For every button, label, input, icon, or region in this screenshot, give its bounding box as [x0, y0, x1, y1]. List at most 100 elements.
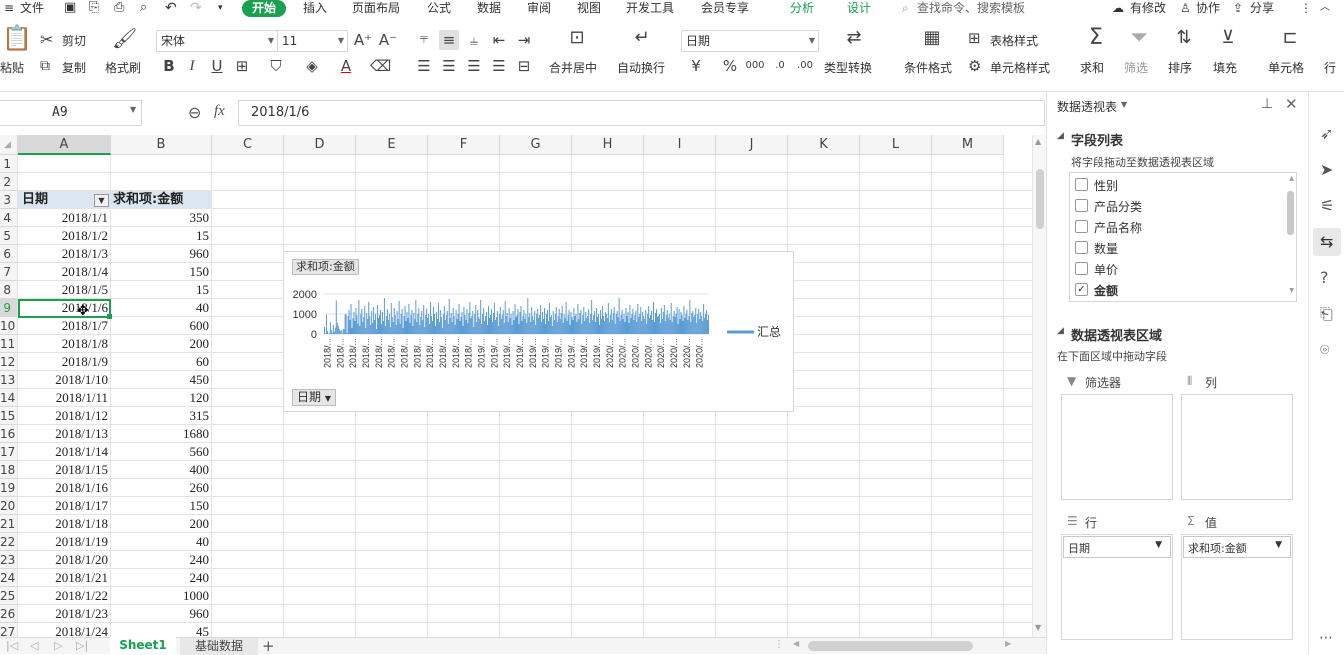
add-sheet-button[interactable]: + [262, 637, 275, 655]
column-drop-zone[interactable] [1181, 394, 1293, 500]
prev-sheet-icon[interactable]: ◁ [30, 639, 38, 652]
field-checkbox[interactable] [1075, 220, 1088, 233]
row-header-16[interactable]: 16 [0, 425, 18, 443]
tab-view[interactable]: 视图 [577, 0, 601, 18]
cells-button[interactable]: 单元格 [1268, 59, 1304, 76]
chevron-down-icon[interactable]: ▼ [1155, 540, 1162, 550]
copy-button[interactable]: 复制 [62, 59, 86, 76]
row-drop-zone[interactable]: 日期 ▼ [1061, 534, 1173, 640]
pivot-amount-cell[interactable]: 200 [111, 335, 209, 353]
italic-icon[interactable]: I [182, 56, 202, 76]
column-header-I[interactable]: I [644, 135, 716, 155]
pivot-amount-cell[interactable]: 260 [111, 479, 209, 497]
row-header-13[interactable]: 13 [0, 371, 18, 389]
conditional-format-icon[interactable]: ▦ [918, 28, 946, 48]
collapse-triangle-icon[interactable]: ◢ [1057, 326, 1064, 336]
pivot-amount-cell[interactable]: 15 [111, 227, 209, 245]
pivot-date-cell[interactable]: 2018/1/1 [18, 209, 108, 227]
pivot-date-cell[interactable]: 2018/1/10 [18, 371, 108, 389]
row-header-24[interactable]: 24 [0, 569, 18, 587]
row-header-25[interactable]: 25 [0, 587, 18, 605]
preview-icon[interactable]: ⌕ [140, 0, 147, 18]
row-header-15[interactable]: 15 [0, 407, 18, 425]
border-icon[interactable]: ⊞ [232, 56, 252, 76]
pivot-amount-cell[interactable]: 200 [111, 515, 209, 533]
select-all-corner[interactable]: ◢ [0, 135, 18, 155]
column-header-M[interactable]: M [932, 135, 1004, 155]
pivot-amount-cell[interactable]: 60 [111, 353, 209, 371]
table-style-icon[interactable]: ⊞ [968, 28, 981, 48]
type-convert-button[interactable]: 类型转换 [824, 59, 872, 76]
close-icon[interactable]: ✕ [1285, 95, 1298, 113]
column-header-D[interactable]: D [284, 135, 356, 155]
fill-style-icon[interactable]: ⛉ [266, 56, 286, 76]
pivot-amount-cell[interactable]: 240 [111, 569, 209, 587]
align-left-icon[interactable]: ☰ [414, 56, 434, 76]
bold-icon[interactable]: B [159, 56, 179, 76]
pivot-amount-cell[interactable]: 40 [111, 299, 209, 317]
more-icon[interactable]: ⋯ [1319, 630, 1333, 646]
align-top-icon[interactable]: ⫧ [414, 28, 434, 48]
scroll-left-icon[interactable]: ◀ [793, 639, 799, 648]
pivot-amount-cell[interactable]: 315 [111, 407, 209, 425]
conditional-format-button[interactable]: 条件格式 [904, 59, 952, 76]
sort-button[interactable]: 排序 [1168, 59, 1192, 76]
pivot-amount-cell[interactable]: 400 [111, 461, 209, 479]
sort-icon[interactable]: ⇅ [1172, 28, 1196, 48]
wrap-text-icon[interactable]: ↵ [628, 28, 656, 48]
sum-icon[interactable]: Σ [1084, 28, 1108, 48]
save-icon[interactable]: ▣ [64, 0, 76, 18]
pivot-date-cell[interactable]: 2018/1/14 [18, 443, 108, 461]
row-header-14[interactable]: 14 [0, 389, 18, 407]
align-middle-icon[interactable]: ≡ [439, 30, 459, 50]
row-header-8[interactable]: 8 [0, 281, 18, 299]
row-header-17[interactable]: 17 [0, 443, 18, 461]
search-input[interactable]: 查找命令、搜索模板 [917, 0, 1025, 18]
help-icon[interactable]: ? [1320, 268, 1329, 287]
pivot-date-cell[interactable]: 2018/1/17 [18, 497, 108, 515]
last-sheet-icon[interactable]: ▷| [76, 639, 88, 652]
row-header-2[interactable]: 2 [0, 173, 18, 191]
column-header-G[interactable]: G [500, 135, 572, 155]
number-format-select[interactable]: 日期▼ [681, 30, 819, 52]
row-header-22[interactable]: 22 [0, 533, 18, 551]
merge-center-button[interactable]: 合并居中 [549, 59, 597, 76]
fill-icon[interactable]: ⊻ [1216, 28, 1240, 48]
row-header-27[interactable]: 27 [0, 623, 18, 637]
pivot-amount-cell[interactable]: 45 [111, 623, 209, 637]
tab-page-layout[interactable]: 页面布局 [352, 0, 400, 18]
row-header-4[interactable]: 4 [0, 209, 18, 227]
indent-decrease-icon[interactable]: ⇤ [489, 30, 509, 50]
modified-status[interactable]: 有修改 [1130, 0, 1166, 18]
pivot-date-cell[interactable]: 2018/1/5 [18, 281, 108, 299]
pivot-date-cell[interactable]: 2018/1/22 [18, 587, 108, 605]
pivot-amount-cell[interactable]: 15 [111, 281, 209, 299]
align-right-icon[interactable]: ☰ [464, 56, 484, 76]
cut-icon[interactable]: ✂ [40, 30, 53, 50]
pivot-amount-cell[interactable]: 960 [111, 605, 209, 623]
pivot-date-cell[interactable]: 2018/1/18 [18, 515, 108, 533]
vertical-scroll-thumb[interactable] [1036, 169, 1044, 229]
formula-input[interactable]: 2018/1/6 [238, 100, 1045, 126]
row-col-button[interactable]: 行 [1324, 59, 1336, 76]
pivot-date-cell[interactable]: 2018/1/2 [18, 227, 108, 245]
menu-file[interactable]: 文件 [20, 0, 44, 18]
scroll-right-icon[interactable]: ▶ [1005, 639, 1011, 648]
column-header-B[interactable]: B [111, 135, 212, 155]
align-bottom-icon[interactable]: ⫨ [464, 30, 484, 50]
row-field-pill[interactable]: 日期 ▼ [1063, 536, 1171, 558]
field-label[interactable]: 性别 [1094, 177, 1118, 194]
quick-access-dropdown-icon[interactable]: ▾ [218, 0, 223, 18]
tab-membership[interactable]: 会员专享 [701, 0, 749, 18]
print-icon[interactable]: ⎙ [114, 0, 124, 18]
pivot-date-cell[interactable]: 2018/1/15 [18, 461, 108, 479]
underline-icon[interactable]: U [207, 56, 227, 76]
font-name-select[interactable]: 宋体▼ [156, 30, 278, 52]
field-checkbox[interactable] [1075, 262, 1088, 275]
decrease-decimal-icon[interactable]: .00 [795, 56, 815, 76]
field-label[interactable]: 产品名称 [1094, 219, 1142, 236]
pivot-date-cell[interactable]: 2018/1/23 [18, 605, 108, 623]
cloud-icon[interactable]: ☁ [1112, 0, 1124, 18]
percent-button[interactable]: % [720, 56, 740, 76]
pivot-date-cell[interactable]: 2018/1/8 [18, 335, 108, 353]
